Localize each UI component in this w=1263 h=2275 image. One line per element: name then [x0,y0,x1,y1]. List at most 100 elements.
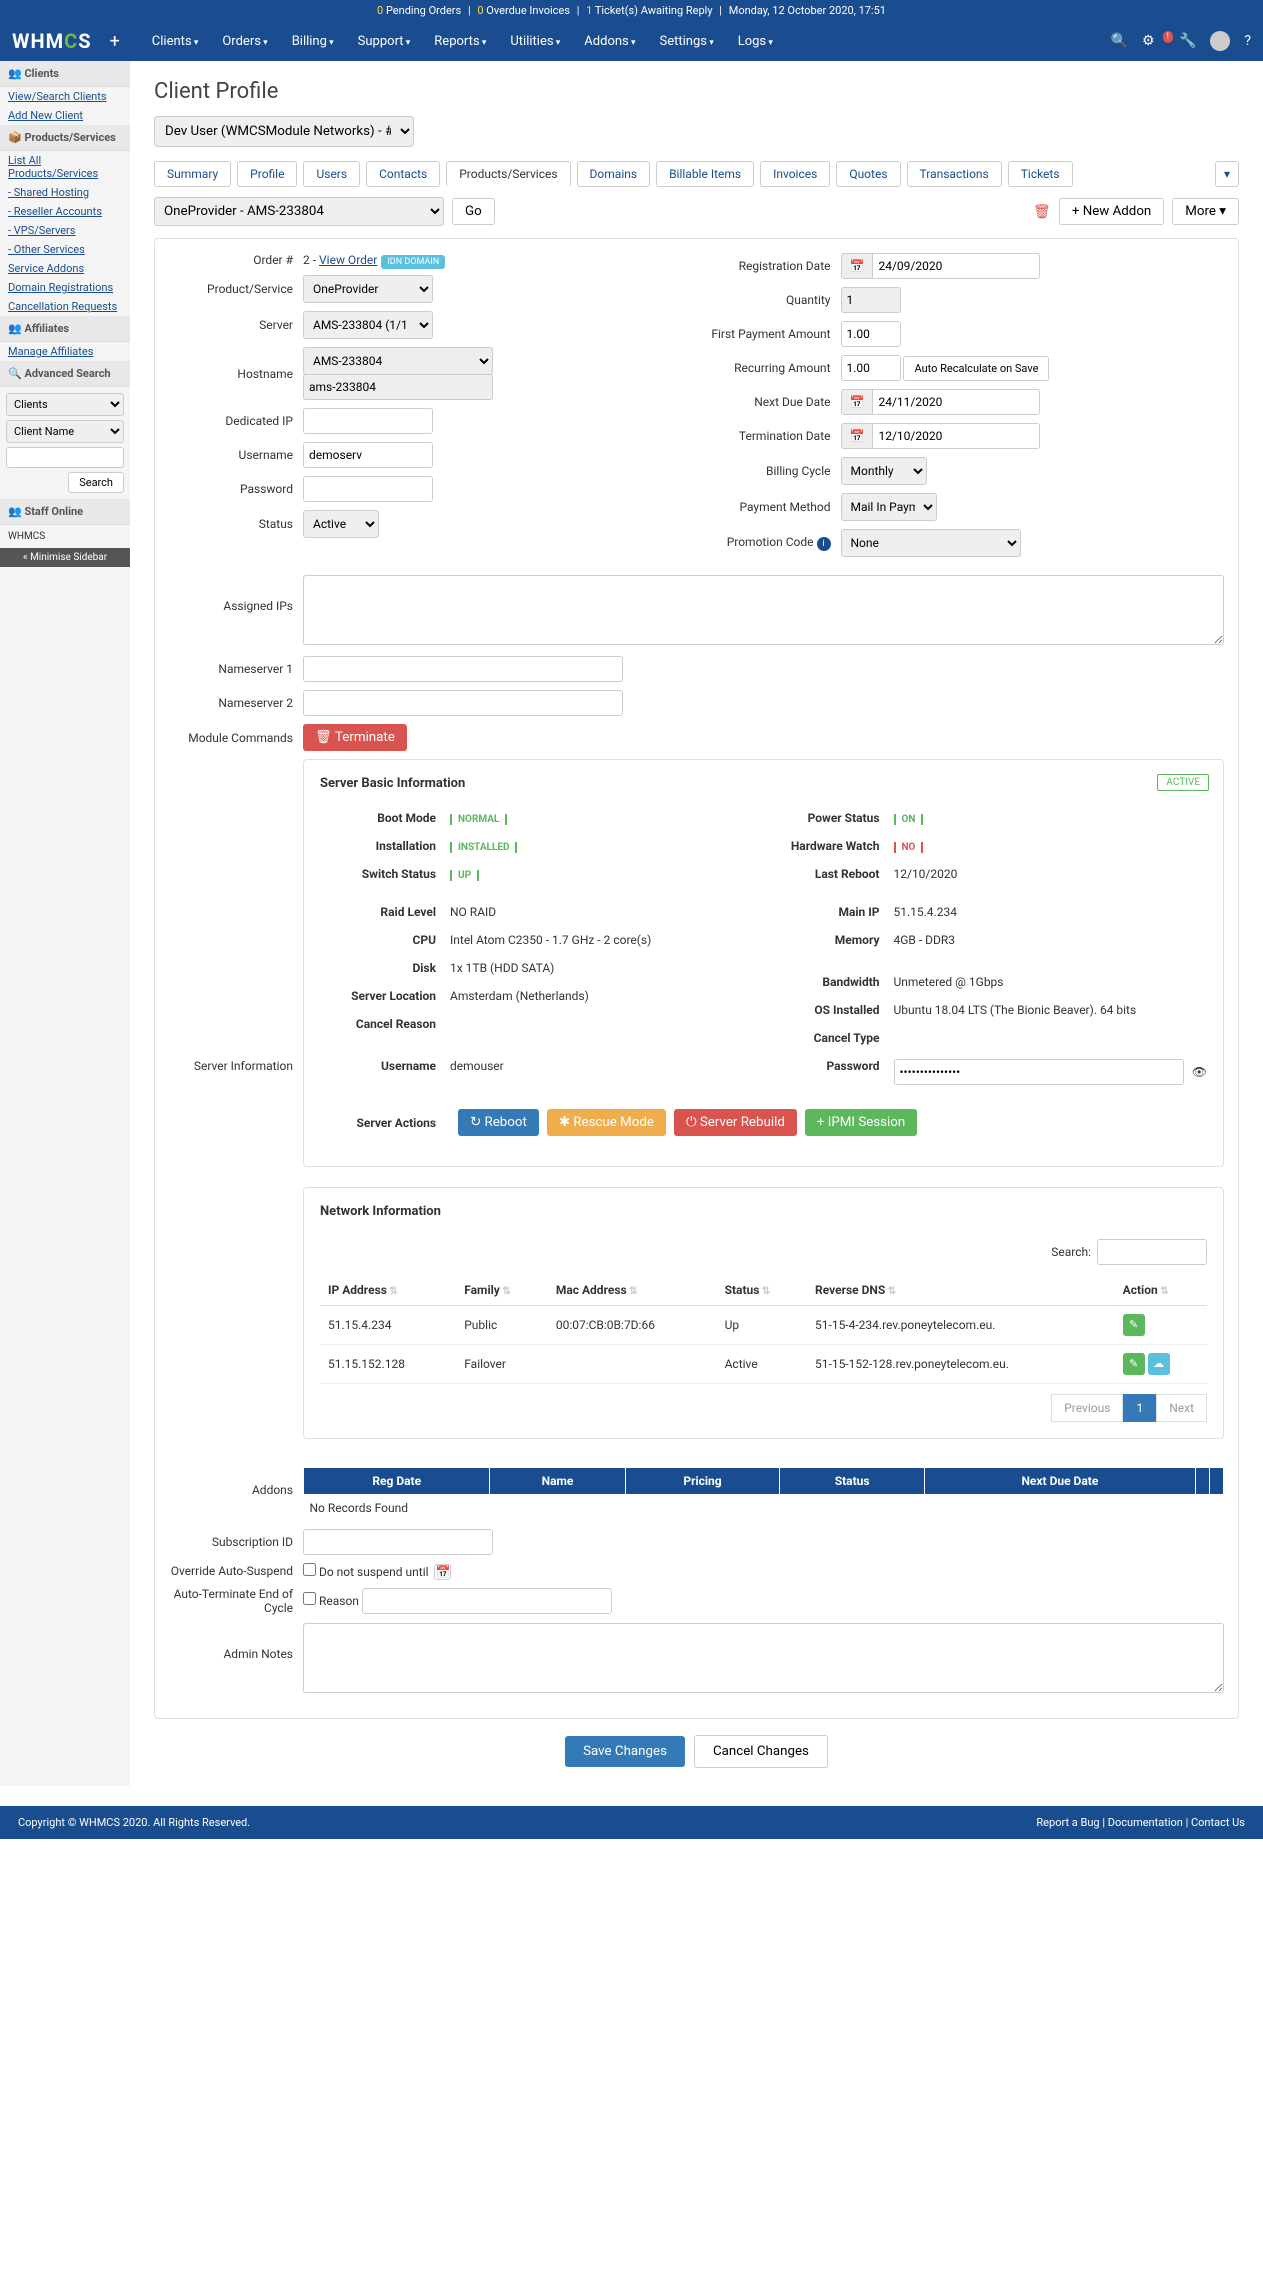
tab-invoices[interactable]: Invoices [760,161,830,187]
sidebar-cancellation[interactable]: Cancellation Requests [0,297,130,316]
sidebar-vps[interactable]: - VPS/Servers [0,221,130,240]
info-icon[interactable]: i [817,537,831,551]
nav-addons[interactable]: Addons [572,24,647,59]
footer-report-bug[interactable]: Report a Bug [1036,1816,1099,1829]
user-avatar[interactable] [1210,31,1230,51]
dedip-input[interactable] [303,408,433,434]
tab-contacts[interactable]: Contacts [366,161,440,187]
settings-icon[interactable]: ⚙! [1142,33,1165,49]
sidebar-add-client[interactable]: Add New Client [0,106,130,125]
col-family[interactable]: Family [456,1275,548,1306]
subscription-input[interactable] [303,1529,493,1555]
sidebar-other[interactable]: - Other Services [0,240,130,259]
ns1-input[interactable] [303,656,623,682]
page-next[interactable]: Next [1156,1394,1207,1422]
nav-settings[interactable]: Settings [648,24,726,59]
tab-billable[interactable]: Billable Items [656,161,754,187]
help-icon[interactable]: ? [1244,33,1251,49]
new-addon-button[interactable]: + New Addon [1059,198,1164,225]
save-button[interactable]: Save Changes [565,1736,685,1767]
server-select[interactable]: AMS-233804 (1/1 ... [303,311,433,339]
qty-input[interactable] [841,287,901,313]
tab-more-caret[interactable]: ▾ [1215,161,1239,187]
override-checkbox[interactable] [303,1563,316,1576]
service-selector[interactable]: OneProvider - AMS-233804 [154,197,444,226]
ipmi-button[interactable]: + IPMI Session [805,1109,917,1136]
username-input[interactable] [303,442,433,468]
sidebar-view-clients[interactable]: View/Search Clients [0,87,130,106]
wrench-icon[interactable]: 🔧 [1179,33,1196,49]
tab-quotes[interactable]: Quotes [836,161,900,187]
minimize-sidebar[interactable]: « Minimise Sidebar [0,548,130,567]
plus-icon[interactable]: + [110,31,120,52]
nav-logs[interactable]: Logs [726,24,785,59]
col-mac[interactable]: Mac Address [548,1275,717,1306]
sidebar-service-addons[interactable]: Service Addons [0,259,130,278]
adv-search-button[interactable]: Search [68,472,124,493]
delete-icon[interactable]: 🗑 [1033,204,1051,220]
regdate-input[interactable] [872,253,1040,279]
first-payment-input[interactable] [841,321,901,347]
tab-profile[interactable]: Profile [237,161,297,187]
autoterm-checkbox[interactable] [303,1592,316,1605]
sidebar-shared-hosting[interactable]: - Shared Hosting [0,183,130,202]
sidebar-reseller[interactable]: - Reseller Accounts [0,202,130,221]
ns2-input[interactable] [303,690,623,716]
network-search-input[interactable] [1097,1239,1207,1265]
nav-clients[interactable]: Clients [140,24,211,59]
go-button[interactable]: Go [452,198,495,225]
footer-docs[interactable]: Documentation [1108,1816,1183,1829]
search-icon[interactable]: 🔍 [1111,33,1128,49]
sidebar-manage-affiliates[interactable]: Manage Affiliates [0,342,130,361]
paymethod-select[interactable]: Mail In Payment [841,493,937,521]
cloud-icon[interactable]: ☁ [1148,1353,1170,1375]
nav-support[interactable]: Support [346,24,423,59]
adv-search-type[interactable]: Clients [6,393,124,416]
tab-users[interactable]: Users [303,161,360,187]
duedate-input[interactable] [872,389,1040,415]
col-ip[interactable]: IP Address [320,1275,456,1306]
nav-billing[interactable]: Billing [280,24,346,59]
assigned-ips-textarea[interactable] [303,575,1224,645]
cycle-select[interactable]: Monthly [841,457,927,485]
tab-transactions[interactable]: Transactions [907,161,1002,187]
edit-icon[interactable]: ✎ [1123,1353,1145,1375]
promo-select[interactable]: None [841,529,1021,557]
client-selector[interactable]: Dev User (WMCSModule Networks) - #1 [154,116,414,147]
tab-products[interactable]: Products/Services [446,161,570,187]
rebuild-button[interactable]: ⏻ Server Rebuild [674,1109,797,1136]
nav-orders[interactable]: Orders [210,24,279,59]
server-password-input[interactable] [894,1059,1184,1085]
more-button[interactable]: More ▾ [1172,198,1239,225]
recurring-input[interactable] [841,355,901,381]
status-select[interactable]: Active [303,510,379,538]
col-rdns[interactable]: Reverse DNS [807,1275,1115,1306]
password-input[interactable] [303,476,433,502]
reason-input[interactable] [362,1588,612,1614]
admin-notes-textarea[interactable] [303,1623,1224,1693]
cancel-button[interactable]: Cancel Changes [694,1735,828,1768]
edit-icon[interactable]: ✎ [1123,1314,1145,1336]
terminate-button[interactable]: 🗑 Terminate [303,724,407,751]
calendar-icon[interactable]: 📅 [434,1564,451,1580]
product-select[interactable]: OneProvider [303,275,433,303]
adv-search-input[interactable] [6,447,124,468]
hostname-select[interactable]: AMS-233804 [303,347,493,375]
termdate-input[interactable] [872,423,1040,449]
nav-reports[interactable]: Reports [422,24,498,59]
page-prev[interactable]: Previous [1051,1394,1123,1422]
rescue-button[interactable]: ✱ Rescue Mode [547,1109,666,1136]
nav-utilities[interactable]: Utilities [498,24,572,59]
eye-icon[interactable]: 👁 [1192,1065,1207,1079]
reboot-button[interactable]: ↻ Reboot [458,1109,539,1136]
view-order-link[interactable]: View Order [319,253,377,267]
sidebar-domains[interactable]: Domain Registrations [0,278,130,297]
tab-summary[interactable]: Summary [154,161,231,187]
footer-contact[interactable]: Contact Us [1191,1816,1245,1829]
adv-search-field[interactable]: Client Name [6,420,124,443]
tab-tickets[interactable]: Tickets [1008,161,1073,187]
col-status[interactable]: Status [717,1275,807,1306]
tab-domains[interactable]: Domains [577,161,651,187]
page-1[interactable]: 1 [1123,1394,1156,1422]
sidebar-list-products[interactable]: List All Products/Services [0,151,130,183]
